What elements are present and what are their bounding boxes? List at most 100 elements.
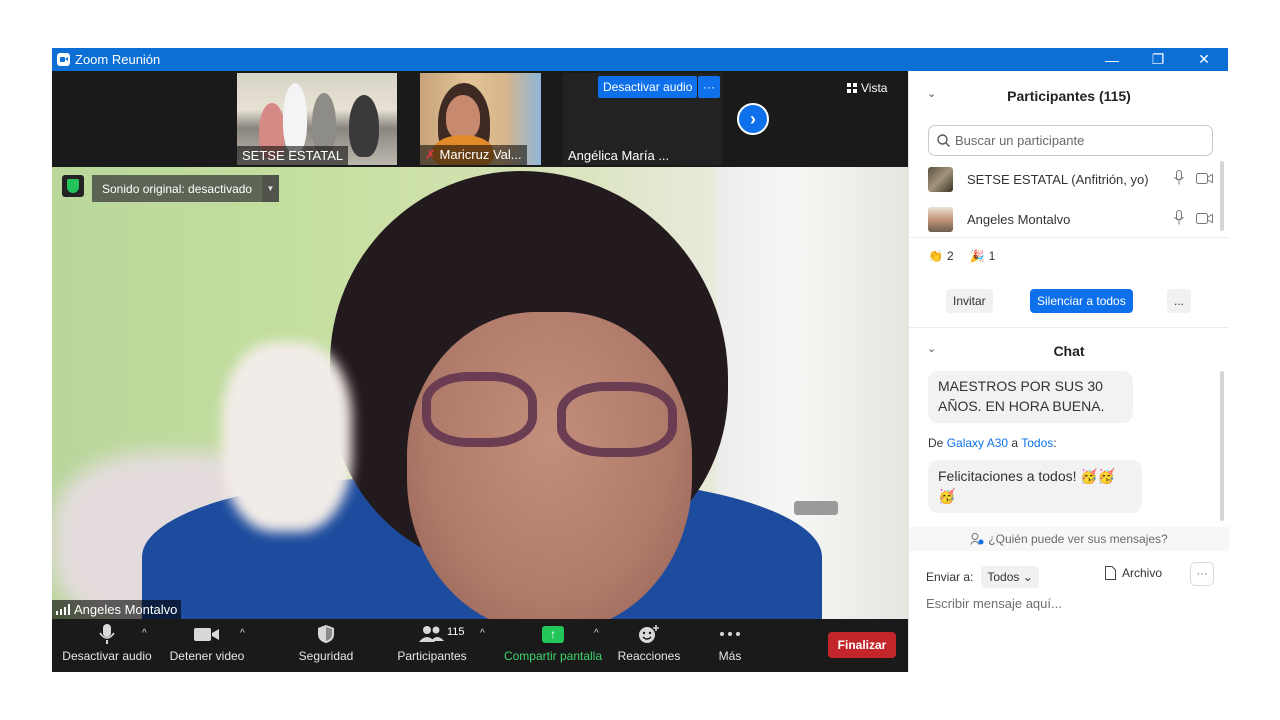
minimize-icon: —: [1105, 51, 1119, 68]
chat-message: MAESTROS POR SUS 30 AÑOS. EN HORA BUENA.: [928, 371, 1133, 423]
file-button[interactable]: Archivo: [1105, 566, 1162, 580]
participant-search-box[interactable]: [928, 125, 1213, 156]
share-screen-label: Compartir pantalla: [503, 649, 603, 663]
mic-icon: [99, 619, 115, 649]
search-icon: [937, 134, 950, 147]
video-thumbnail[interactable]: SETSE ESTATAL: [237, 73, 397, 165]
participant-face: [446, 95, 480, 139]
chat-message: Felicitaciones a todos! 🥳🥳🥳: [928, 460, 1142, 513]
sender-link[interactable]: Galaxy A30: [947, 436, 1008, 450]
participant-figure: [312, 93, 336, 153]
divider: [909, 237, 1229, 238]
participant-figure: [349, 95, 379, 157]
reactions-label: Reacciones: [617, 649, 681, 663]
divider: [909, 327, 1229, 328]
who-can-see-messages-link[interactable]: ¿Quién puede ver sus mensajes?: [909, 527, 1229, 551]
from-mid: a: [1011, 436, 1019, 450]
mic-icon[interactable]: [1174, 210, 1184, 228]
camera-icon: [194, 619, 220, 649]
recipient-link[interactable]: Todos: [1021, 436, 1053, 450]
clap-icon: 👏: [928, 249, 943, 263]
clap-count: 2: [946, 249, 954, 263]
avatar: [928, 206, 953, 232]
security-button[interactable]: Seguridad: [290, 619, 362, 672]
participant-name: Angeles Montalvo: [967, 211, 1071, 227]
mute-all-button[interactable]: Silenciar a todos: [1030, 289, 1133, 313]
chat-more-button[interactable]: ···: [1190, 562, 1214, 586]
title-bar: Zoom Reunión — ❐ ✕: [52, 48, 1228, 71]
grid-icon: [847, 83, 857, 93]
participants-more-button[interactable]: ...: [1167, 289, 1191, 313]
minimize-button[interactable]: —: [1089, 48, 1135, 71]
chat-scrollbar[interactable]: [1220, 371, 1224, 521]
chat-title: Chat: [1053, 343, 1085, 359]
more-button[interactable]: Más: [707, 619, 753, 672]
chevron-right-icon: ›: [750, 108, 756, 129]
close-icon: ✕: [1198, 51, 1210, 67]
search-input[interactable]: [955, 133, 1195, 148]
camera-icon[interactable]: [1196, 172, 1213, 187]
restore-button[interactable]: ❐: [1135, 48, 1181, 71]
mute-audio-label: Desactivar audio: [62, 649, 152, 663]
encryption-shield-icon[interactable]: [62, 175, 84, 197]
original-sound-toggle[interactable]: Sonido original: desactivado: [92, 175, 263, 202]
shield-icon: [317, 619, 335, 649]
door-handle: [794, 501, 838, 515]
participant-name: SETSE ESTATAL (Anfitrión, yo): [967, 171, 1149, 187]
view-button[interactable]: Vista: [847, 81, 887, 95]
stop-video-label: Detener video: [169, 649, 245, 663]
end-meeting-button[interactable]: Finalizar: [828, 632, 896, 658]
thumbnail-strip: SETSE ESTATAL ✗ Maricruz Val... Angélica…: [52, 71, 908, 167]
meeting-toolbar: Desactivar audio ^ Detener video ^ Segur…: [52, 619, 908, 672]
mute-audio-button[interactable]: Desactivar audio: [62, 619, 152, 672]
video-thumbnail[interactable]: ✗ Maricruz Val...: [420, 73, 541, 165]
speaker-face: [407, 312, 692, 619]
original-sound-dropdown[interactable]: ▼: [262, 175, 279, 202]
speaker-name-text: Angeles Montalvo: [74, 602, 178, 617]
emoji-icon: [638, 619, 660, 649]
glasses-lens-left: [422, 372, 537, 447]
close-button[interactable]: ✕: [1181, 48, 1227, 71]
from-prefix: De: [928, 436, 944, 450]
sidebar: ⌄ Participantes (115) SETSE ESTATAL (Anf…: [908, 71, 1229, 672]
unmute-participant-button[interactable]: Desactivar audio: [598, 76, 698, 98]
view-label: Vista: [861, 81, 888, 95]
thumbnail-name: SETSE ESTATAL: [237, 146, 349, 165]
thumbnail-more-button[interactable]: ···: [698, 76, 720, 98]
avatar: [928, 166, 953, 192]
thumbnail-name: Angélica María ...: [568, 148, 670, 163]
person-info-icon: [970, 533, 984, 545]
active-speaker-video: Sonido original: desactivado ▼ Angeles M…: [52, 167, 908, 619]
people-icon: [419, 619, 445, 649]
chat-panel-header: ⌄ Chat: [909, 329, 1229, 369]
chat-sender-line: De Galaxy A30 a Todos:: [928, 436, 1057, 450]
share-options-caret[interactable]: ^: [594, 628, 599, 639]
speaker-hand: [222, 342, 352, 532]
share-screen-button[interactable]: ↑ Compartir pantalla: [502, 619, 604, 672]
stop-video-button[interactable]: Detener video: [167, 619, 247, 672]
send-to-select[interactable]: Todos ⌄: [981, 566, 1039, 588]
invite-button[interactable]: Invitar: [946, 289, 993, 313]
video-options-caret[interactable]: ^: [240, 628, 245, 639]
reactions-button[interactable]: Reacciones: [614, 619, 684, 672]
participants-scrollbar[interactable]: [1220, 161, 1224, 231]
glasses-lens-right: [557, 382, 677, 457]
participants-options-caret[interactable]: ^: [480, 628, 485, 639]
more-icon: [719, 619, 741, 649]
video-area: SETSE ESTATAL ✗ Maricruz Val... Angélica…: [52, 71, 908, 672]
signal-strength-icon: [56, 604, 70, 615]
reaction-counts: 👏 2 🎉 1: [928, 249, 995, 263]
audio-options-caret[interactable]: ^: [142, 628, 147, 639]
participant-row[interactable]: SETSE ESTATAL (Anfitrión, yo): [928, 161, 1213, 197]
mic-icon[interactable]: [1174, 170, 1184, 188]
chat-message-input[interactable]: [926, 591, 1216, 615]
next-page-arrow-button[interactable]: ›: [737, 103, 769, 135]
from-suffix: :: [1053, 436, 1057, 450]
tada-reaction: 🎉 1: [970, 249, 996, 263]
window-title: Zoom Reunión: [75, 52, 161, 67]
file-icon: [1105, 566, 1116, 580]
camera-icon[interactable]: [1196, 212, 1213, 227]
speaker-name-label: Angeles Montalvo: [52, 600, 182, 619]
participant-row[interactable]: Angeles Montalvo: [928, 201, 1213, 237]
participants-panel-header: ⌄ Participantes (115): [909, 74, 1229, 114]
